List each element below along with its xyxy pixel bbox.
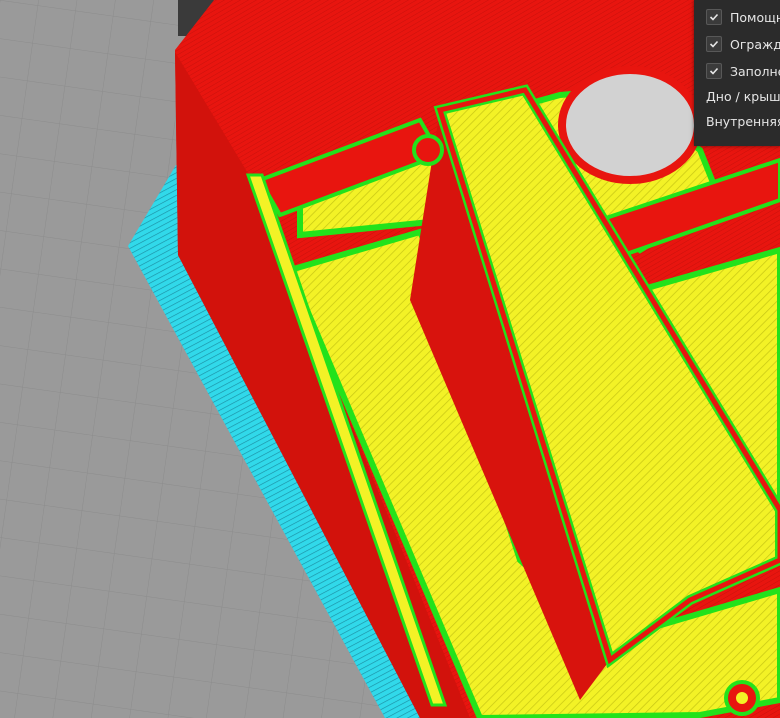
checkbox-infill[interactable] xyxy=(706,63,722,79)
3d-viewport[interactable]: Помощн Огражде Заполне Дно / крышк Внутр… xyxy=(0,0,780,718)
post-left xyxy=(412,134,444,166)
legend-label: Заполне xyxy=(730,63,780,79)
check-icon xyxy=(709,13,719,21)
checkbox-fence[interactable] xyxy=(706,36,722,52)
legend-section-label: Дно / крышк xyxy=(706,88,780,104)
legend-section-label: Внутренняя xyxy=(706,113,780,129)
check-icon xyxy=(709,40,719,48)
legend-section-inner: Внутренняя xyxy=(694,108,780,134)
legend-label: Огражде xyxy=(730,36,780,52)
preview-canvas[interactable] xyxy=(0,0,780,718)
legend-item-helpers[interactable]: Помощн xyxy=(694,4,780,30)
legend-section-bottom-top: Дно / крышк xyxy=(694,83,780,109)
legend-panel: Помощн Огражде Заполне Дно / крышк Внутр… xyxy=(694,0,780,146)
legend-item-fence[interactable]: Огражде xyxy=(694,31,780,57)
legend-item-infill[interactable]: Заполне xyxy=(694,58,780,84)
post-bottom-inner xyxy=(736,692,748,704)
legend-label: Помощн xyxy=(730,9,780,25)
round-hole xyxy=(558,66,702,184)
checkbox-helpers[interactable] xyxy=(706,9,722,25)
check-icon xyxy=(709,67,719,75)
